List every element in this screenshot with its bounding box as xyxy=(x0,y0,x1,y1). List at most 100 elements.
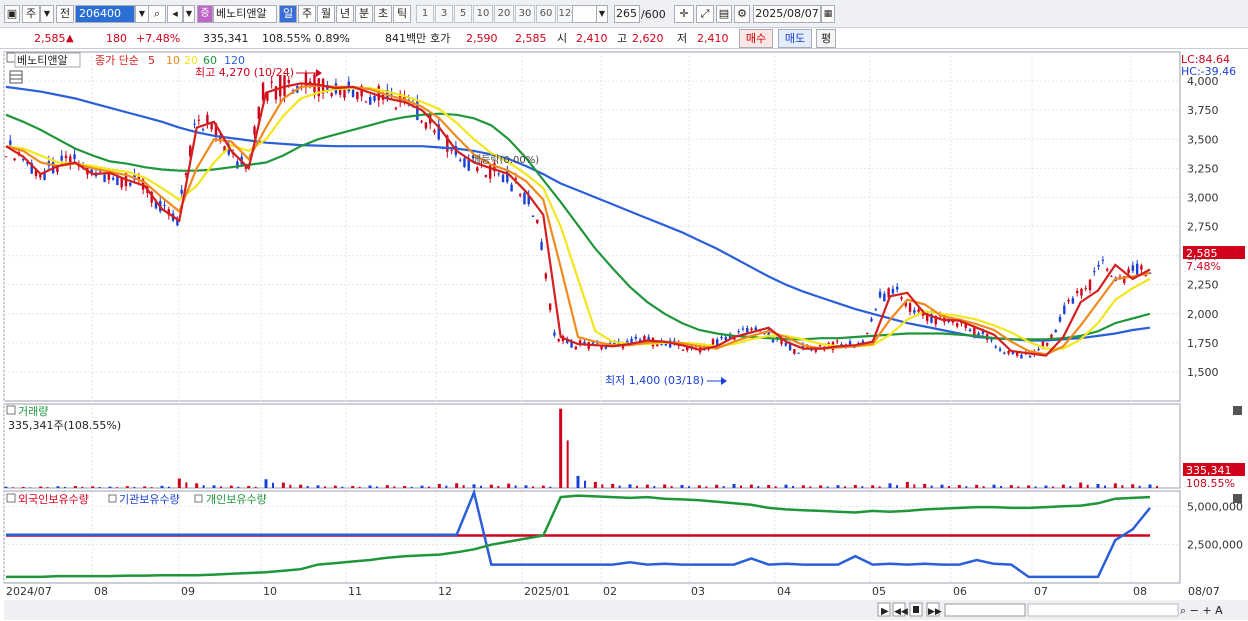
volume-bar xyxy=(56,486,60,488)
volume-bar xyxy=(948,485,950,488)
candle-body xyxy=(343,89,346,98)
interval-tab[interactable]: 주 xyxy=(298,5,316,23)
minute-button[interactable]: 60 xyxy=(536,5,556,23)
candle-body xyxy=(201,129,205,131)
chart-menu-icon[interactable]: ▣ xyxy=(4,5,20,23)
candle-body xyxy=(1045,342,1049,346)
candle-body xyxy=(197,119,201,121)
period-type-select[interactable]: 주 xyxy=(22,5,40,23)
search-icon[interactable]: ⌕ xyxy=(148,5,166,23)
data-count-input[interactable]: 265 xyxy=(614,5,640,23)
x-tick-label: 02 xyxy=(603,585,617,598)
candle-body xyxy=(994,346,997,348)
candle-body xyxy=(750,328,753,331)
x-tick-label: 07 xyxy=(1034,585,1048,598)
ma-period-10: 10 xyxy=(166,54,180,67)
volume-bar xyxy=(160,485,164,488)
minute-button[interactable]: 10 xyxy=(473,5,493,23)
candle-body xyxy=(253,126,256,135)
draw-tool-icon[interactable]: ⤢ xyxy=(696,5,714,23)
candle-body xyxy=(604,346,608,349)
candle-body xyxy=(681,349,685,351)
volume-bar xyxy=(497,485,500,488)
volume-bar xyxy=(333,485,337,488)
volume-bar xyxy=(923,483,927,488)
volume-bar xyxy=(732,483,736,488)
candle-body xyxy=(518,194,522,196)
candle-body xyxy=(484,175,488,177)
tool-icons[interactable] xyxy=(1027,603,1179,617)
minute-button[interactable]: 5 xyxy=(454,5,472,23)
candle-body xyxy=(163,204,166,206)
calendar-icon[interactable]: ▦ xyxy=(821,5,835,23)
close-icon[interactable] xyxy=(1233,494,1242,503)
y-tick-label: 3,500 xyxy=(1187,133,1219,146)
volume-bar xyxy=(715,484,719,488)
candle-body xyxy=(746,327,749,333)
candle-body xyxy=(1127,268,1130,273)
candle-body xyxy=(4,156,8,158)
volume-bar xyxy=(1086,484,1089,488)
zoom-icons[interactable]: ⌕ − + A xyxy=(1180,604,1223,617)
y-tick-label: 3,000 xyxy=(1187,191,1219,204)
candle-body xyxy=(287,80,290,83)
y-tick-label: 3,750 xyxy=(1187,104,1219,117)
volume-bar xyxy=(549,486,552,488)
interval-tab[interactable]: 일 xyxy=(279,5,297,23)
chevron-down-icon[interactable]: ▼ xyxy=(40,5,54,23)
volume-bar xyxy=(930,485,933,488)
holding-panel-toggle-icon[interactable] xyxy=(6,493,16,503)
volume-bar xyxy=(39,486,43,488)
stock-name-field[interactable]: 베노티앤알 xyxy=(213,5,277,23)
stock-chart[interactable]: 4,0003,7503,5003,2503,0002,7502,5002,250… xyxy=(0,49,1248,621)
minute-dropdown-icon[interactable]: ▼ xyxy=(596,5,608,23)
stock-code-input[interactable]: 206400 xyxy=(75,5,135,23)
volume-panel-toggle-icon[interactable] xyxy=(6,405,16,415)
volume-bar xyxy=(212,485,216,488)
price-change: 180 xyxy=(106,32,127,45)
x-tick-label: 08 xyxy=(94,585,108,598)
legend-toggle-icon[interactable] xyxy=(108,494,117,503)
volume-bar xyxy=(108,486,112,488)
holding-panel-frame xyxy=(3,490,1181,584)
candle-body xyxy=(908,303,912,312)
buy-button[interactable]: 매수 xyxy=(739,29,773,48)
evaluate-button[interactable]: 평 xyxy=(816,29,836,48)
minute-button[interactable]: 3 xyxy=(435,5,453,23)
speaker-dropdown-icon[interactable]: ▼ xyxy=(183,5,195,23)
ma-period-5: 5 xyxy=(148,54,155,67)
interval-tab[interactable]: 년 xyxy=(336,5,354,23)
candle-body xyxy=(433,130,436,133)
interval-tab[interactable]: 초 xyxy=(374,5,392,23)
minute-button[interactable]: 30 xyxy=(515,5,535,23)
speaker-icon[interactable]: ◂ xyxy=(167,5,183,23)
y-tick-label: 1,750 xyxy=(1187,337,1219,350)
sell-button[interactable]: 매도 xyxy=(778,29,812,48)
date-input[interactable]: 2025/08/07 xyxy=(753,5,821,23)
crosshair-icon[interactable]: ✛ xyxy=(674,5,694,23)
up-arrow-icon: ▲ xyxy=(66,33,74,44)
volume-bar xyxy=(98,486,101,488)
volume-bar xyxy=(611,483,615,488)
interval-tab[interactable]: 분 xyxy=(355,5,373,23)
quote-bar: 2,585 ▲ 180 +7.48% 335,341 108.55% 0.89%… xyxy=(0,28,1248,49)
close-icon[interactable] xyxy=(1233,406,1242,415)
minute-button[interactable]: 20 xyxy=(494,5,514,23)
minute-button[interactable]: 1 xyxy=(416,5,434,23)
candle-body xyxy=(574,346,578,350)
volume-bar xyxy=(792,485,794,488)
volume-bar xyxy=(1009,485,1013,488)
volume-bar xyxy=(299,484,303,488)
interval-tab[interactable]: 월 xyxy=(317,5,335,23)
prev-button[interactable]: 전 xyxy=(56,5,74,23)
candle-body xyxy=(210,123,213,130)
interval-tab[interactable]: 틱 xyxy=(393,5,411,23)
volume-bar xyxy=(1069,485,1072,488)
table-icon[interactable] xyxy=(9,70,23,84)
volume-bar xyxy=(957,484,961,488)
code-dropdown-icon[interactable]: ▼ xyxy=(135,5,149,23)
scrollbar[interactable] xyxy=(944,603,1026,617)
gear-icon[interactable]: ⚙ xyxy=(734,5,750,23)
save-icon[interactable]: ▤ xyxy=(716,5,732,23)
legend-toggle-icon[interactable] xyxy=(194,494,203,503)
